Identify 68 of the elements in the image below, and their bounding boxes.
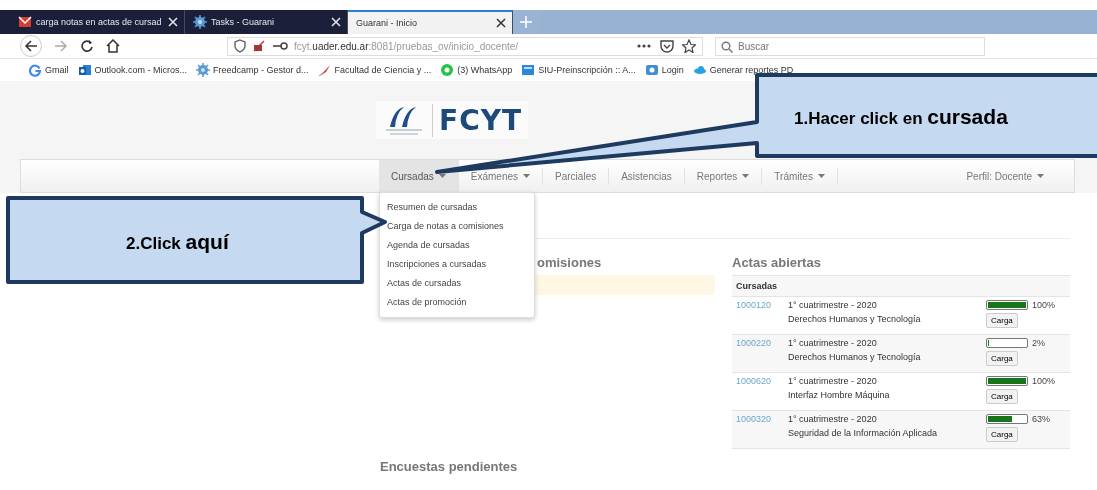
address-bar[interactable]: fcyt.uader.edu.ar:8081/pruebas_ov/inicio_docente/ <box>227 36 703 56</box>
plus-icon <box>520 16 532 28</box>
search-field[interactable]: Buscar <box>715 36 985 56</box>
load-button[interactable]: Carga <box>986 427 1018 442</box>
login-icon <box>644 63 659 77</box>
more-icon[interactable] <box>636 43 652 49</box>
home-icon[interactable] <box>106 39 120 53</box>
load-button[interactable]: Carga <box>986 389 1018 404</box>
insecure-lock-icon <box>252 39 266 53</box>
load-button[interactable]: Carga <box>986 313 1018 328</box>
outlook-icon <box>77 63 92 77</box>
percent-label: 2% <box>1032 338 1045 348</box>
section-title: Actas abiertas <box>732 255 822 272</box>
url-text: fcyt.uader.edu.ar:8081/pruebas_ov/inicio_docente/ <box>294 40 519 52</box>
dropdown-item[interactable]: Actas de promoción <box>387 293 534 312</box>
table-cell-text: Derechos Humanos y Tecnología <box>788 351 922 364</box>
dropdown-item[interactable]: Carga de notas a comisiones <box>387 217 534 236</box>
table-cell-text: 1° cuatrimestre - 2020 <box>788 413 878 426</box>
gear-icon <box>193 15 207 29</box>
close-icon[interactable] <box>496 18 506 28</box>
profile-menu[interactable]: Perfil: Docente <box>966 160 1074 192</box>
table-cell-text: 1° cuatrimestre - 2020 <box>788 337 878 350</box>
callout-text: 2.Click aquí <box>126 230 229 254</box>
bookmark-item[interactable]: (3) WhatsApp <box>440 63 513 77</box>
bookmark-item[interactable]: Facultad de Ciencia y ... <box>317 63 432 77</box>
menu-item[interactable]: Cursadas <box>379 160 459 192</box>
table-cell-text: Interfaz Hombre Máquina <box>788 389 891 402</box>
browser-tab[interactable]: Guarani - Inicio <box>348 10 513 34</box>
callout-text: 1.Hacer click en cursada <box>794 105 1008 129</box>
gear-icon <box>196 63 211 77</box>
dropdown-item[interactable]: Resumen de cursadas <box>387 198 534 217</box>
section-title: Encuestas pendientes <box>380 459 519 476</box>
shield-icon <box>234 39 246 53</box>
bookmark-item[interactable]: Login <box>644 63 684 77</box>
key-icon <box>272 41 288 51</box>
percent-label: 100% <box>1032 376 1056 386</box>
google-icon <box>28 63 42 77</box>
cloud-icon <box>692 63 707 77</box>
menu-item[interactable]: Asistencias <box>609 167 685 185</box>
menu-item[interactable]: Parciales <box>543 167 610 185</box>
pocket-icon[interactable] <box>660 39 674 53</box>
menu-item[interactable]: Trámites <box>762 167 838 185</box>
load-button[interactable]: Carga <box>986 351 1018 366</box>
search-icon <box>721 40 733 53</box>
mail-icon <box>18 15 32 29</box>
chat-icon <box>440 63 455 77</box>
table-header: Cursadas <box>732 275 1070 297</box>
back-arrow-icon <box>24 39 38 53</box>
bookmark-item[interactable]: Generar reportes PD <box>692 63 794 77</box>
bookmark-item[interactable]: Freedcamp - Gestor d... <box>196 63 309 77</box>
percent-label: 63% <box>1032 414 1050 424</box>
dropdown-item[interactable]: Inscripciones a cursadas <box>387 255 534 274</box>
reload-icon[interactable] <box>80 39 94 53</box>
bookmark-item[interactable]: SIU-Preinscripción :: A... <box>521 63 636 77</box>
dropdown-item[interactable]: Actas de cursadas <box>387 274 534 293</box>
faculty-logo-text: FCYT <box>432 103 523 137</box>
table-cell-text: 1° cuatrimestre - 2020 <box>788 375 878 388</box>
table-cell-text: Seguridad de la Información Aplicada <box>788 427 939 440</box>
percent-label: 100% <box>1032 300 1056 310</box>
menu-item[interactable]: Reportes <box>684 167 763 185</box>
panel-title: omisiones <box>537 255 602 272</box>
table-cell-text: Derechos Humanos y Tecnología <box>788 313 922 326</box>
bookmark-item[interactable]: Gmail <box>28 63 69 77</box>
window-icon <box>521 63 536 77</box>
star-icon[interactable] <box>682 39 696 53</box>
dropdown-item[interactable]: Agenda de cursadas <box>387 236 534 255</box>
bookmark-item[interactable]: Outlook.com - Micros... <box>77 63 188 77</box>
table-cell-text: 1° cuatrimestre - 2020 <box>788 299 878 312</box>
